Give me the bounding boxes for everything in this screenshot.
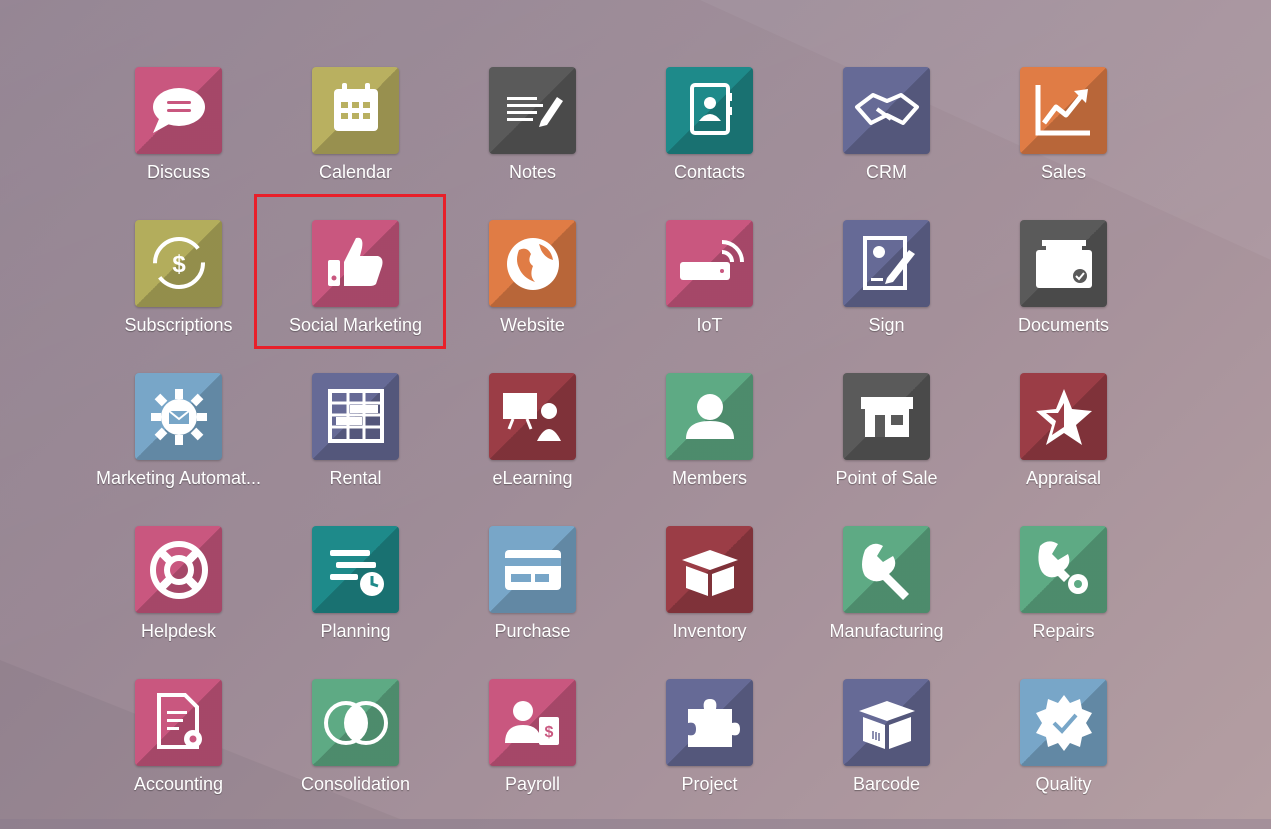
app-planning[interactable]: Planning [267,526,444,676]
app-label: Accounting [133,774,224,794]
quality-badge-icon[interactable] [1020,679,1107,766]
app-label: Consolidation [300,774,411,794]
app-subscriptions[interactable]: $ Subscriptions [90,220,267,370]
overlap-circles-icon[interactable] [312,679,399,766]
app-notes[interactable]: Notes [444,67,621,217]
recurring-dollar-icon[interactable]: $ [135,220,222,307]
app-label: Inventory [672,621,747,641]
app-members[interactable]: Members [621,373,798,523]
star-icon[interactable] [1020,373,1107,460]
app-accounting[interactable]: Accounting [90,679,267,829]
app-label: Payroll [504,774,561,794]
app-label: CRM [866,162,907,182]
app-sales[interactable]: Sales [975,67,1152,217]
app-quality[interactable]: Quality [975,679,1152,829]
contacts-book-icon[interactable] [666,67,753,154]
app-marketing-automat[interactable]: Marketing Automat... [90,373,267,523]
app-contacts[interactable]: Contacts [621,67,798,217]
chart-up-icon[interactable] [1020,67,1107,154]
app-label: Documents [1017,315,1110,335]
app-elearning[interactable]: eLearning [444,373,621,523]
app-label: Notes [508,162,557,182]
svg-text:$: $ [545,724,554,741]
app-inventory[interactable]: Inventory [621,526,798,676]
app-label: Repairs [1032,621,1095,641]
app-label: Sign [868,315,905,335]
globe-icon[interactable] [489,220,576,307]
app-label: Contacts [673,162,746,182]
puzzle-icon[interactable] [666,679,753,766]
inbox-tray-icon[interactable] [1020,220,1107,307]
open-box-icon[interactable] [666,526,753,613]
app-label: Quality [1035,774,1092,794]
person-dollar-icon[interactable]: $ [489,679,576,766]
app-crm[interactable]: CRM [798,67,975,217]
rental-board-icon[interactable] [312,373,399,460]
planning-clock-icon[interactable] [312,526,399,613]
app-label: Discuss [146,162,210,182]
app-manufacturing[interactable]: Manufacturing [798,526,975,676]
app-label: Subscriptions [124,315,233,335]
app-label: Appraisal [1025,468,1102,488]
shop-icon[interactable] [843,373,930,460]
app-label: Planning [320,621,391,641]
app-label: Rental [329,468,382,488]
app-label: Calendar [318,162,393,182]
document-gear-icon[interactable] [135,679,222,766]
app-label: eLearning [492,468,573,488]
app-purchase[interactable]: Purchase [444,526,621,676]
credit-card-icon[interactable] [489,526,576,613]
app-label: IoT [696,315,723,335]
app-payroll[interactable]: $ Payroll [444,679,621,829]
app-label: Purchase [494,621,571,641]
app-label: Barcode [852,774,921,794]
app-label: Marketing Automat... [95,468,262,488]
notes-icon[interactable] [489,67,576,154]
app-label: Manufacturing [829,621,944,641]
gear-mail-icon[interactable] [135,373,222,460]
chat-bubble-icon[interactable] [135,67,222,154]
app-iot[interactable]: IoT [621,220,798,370]
app-helpdesk[interactable]: Helpdesk [90,526,267,676]
handshake-icon[interactable] [843,67,930,154]
app-label: Project [681,774,738,794]
app-barcode[interactable]: Barcode [798,679,975,829]
app-consolidation[interactable]: Consolidation [267,679,444,829]
svg-text:$: $ [172,251,186,278]
app-documents[interactable]: Documents [975,220,1152,370]
iot-device-icon[interactable] [666,220,753,307]
app-discuss[interactable]: Discuss [90,67,267,217]
app-point-of-sale[interactable]: Point of Sale [798,373,975,523]
app-label: Point of Sale [835,468,938,488]
app-label: Members [671,468,747,488]
app-website[interactable]: Website [444,220,621,370]
app-project[interactable]: Project [621,679,798,829]
lifebuoy-icon[interactable] [135,526,222,613]
wrench-icon[interactable] [843,526,930,613]
person-icon[interactable] [666,373,753,460]
teacher-board-icon[interactable] [489,373,576,460]
app-rental[interactable]: Rental [267,373,444,523]
calendar-icon[interactable] [312,67,399,154]
app-sign[interactable]: Sign [798,220,975,370]
barcode-box-icon[interactable] [843,679,930,766]
app-label: Helpdesk [140,621,217,641]
app-appraisal[interactable]: Appraisal [975,373,1152,523]
wrench-gear-icon[interactable] [1020,526,1107,613]
app-label: Website [500,315,565,335]
app-label: Sales [1040,162,1087,182]
app-repairs[interactable]: Repairs [975,526,1152,676]
highlight-box [254,194,446,349]
sign-document-icon[interactable] [843,220,930,307]
